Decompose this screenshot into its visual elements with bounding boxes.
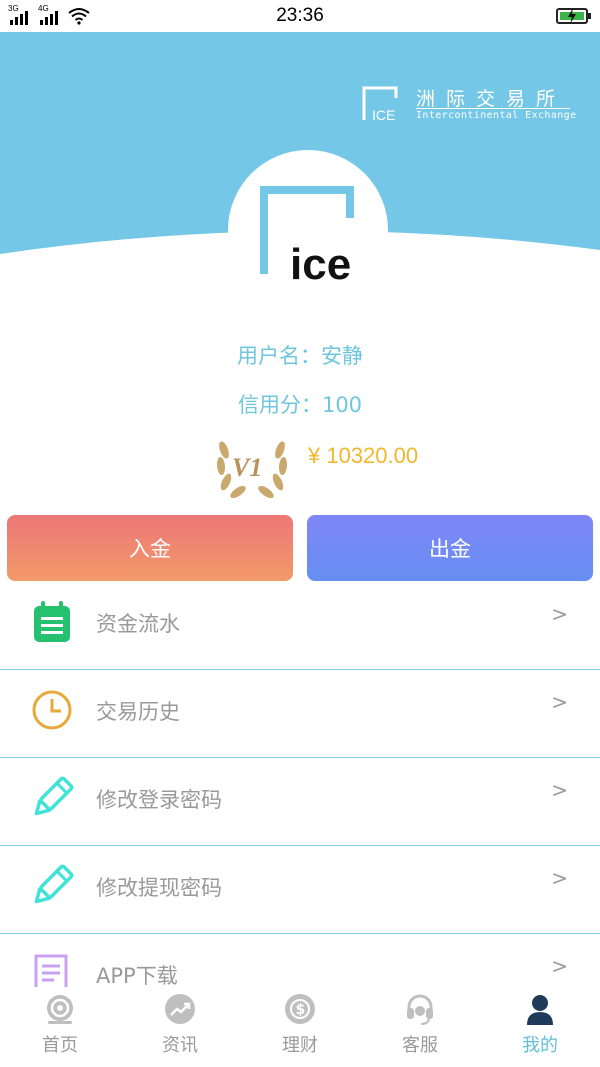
home-icon bbox=[47, 995, 73, 1024]
menu-item-fund-flow[interactable]: 资金流水 > bbox=[0, 582, 600, 670]
menu-label: APP下载 bbox=[96, 964, 178, 988]
menu-item-change-withdraw-password[interactable]: 修改提现密码 > bbox=[0, 846, 600, 934]
menu-label: 资金流水 bbox=[96, 612, 180, 636]
menu-label: 修改提现密码 bbox=[96, 876, 222, 900]
svg-text:$: $ bbox=[296, 1002, 306, 1018]
tab-mine[interactable]: 我的 bbox=[480, 987, 600, 1067]
chevron-right-icon: > bbox=[551, 602, 568, 626]
menu-label: 修改登录密码 bbox=[96, 788, 222, 812]
menu-item-change-login-password[interactable]: 修改登录密码 > bbox=[0, 758, 600, 846]
trend-icon bbox=[165, 994, 195, 1024]
bottom-tab-bar: 首页 资讯 $ 理财 客服 我的 bbox=[0, 987, 600, 1067]
brand-divider bbox=[416, 108, 570, 109]
chevron-right-icon: > bbox=[551, 954, 568, 978]
user-icon bbox=[527, 995, 553, 1025]
battery-icon bbox=[556, 8, 591, 24]
chevron-right-icon: > bbox=[551, 866, 568, 890]
ice-brand-mark-icon: ICE bbox=[362, 86, 398, 122]
tab-label: 首页 bbox=[42, 1035, 78, 1056]
ice-brand: ICE 洲际交易所 Intercontinental Exchange bbox=[362, 84, 582, 124]
tab-finance[interactable]: $ 理财 bbox=[240, 987, 360, 1067]
balance-amount: ¥ 10320.00 bbox=[308, 443, 419, 468]
clock-icon bbox=[32, 690, 72, 730]
ice-logo-icon: ice bbox=[260, 186, 354, 286]
svg-text:V1: V1 bbox=[232, 453, 262, 482]
status-bar: 3G 4G 23:36 bbox=[0, 0, 600, 32]
chevron-right-icon: > bbox=[551, 778, 568, 802]
notepad-icon bbox=[34, 601, 70, 642]
username-text: 用户名：安静 bbox=[237, 344, 363, 368]
tab-label: 客服 bbox=[402, 1035, 438, 1056]
credit-score-text: 信用分：100 bbox=[237, 393, 363, 417]
brand-name-cn: 洲际交易所 bbox=[416, 88, 567, 110]
headset-icon bbox=[407, 994, 433, 1025]
tab-label: 资讯 bbox=[162, 1035, 198, 1056]
pencil-icon bbox=[34, 776, 74, 816]
menu-label: 交易历史 bbox=[96, 700, 180, 724]
withdraw-button[interactable]: 出金 bbox=[307, 515, 593, 581]
tab-label: 理财 bbox=[282, 1035, 318, 1056]
chevron-right-icon: > bbox=[551, 690, 568, 714]
tab-label: 我的 bbox=[522, 1035, 558, 1056]
money-icon: $ bbox=[285, 994, 315, 1024]
tab-home[interactable]: 首页 bbox=[0, 987, 120, 1067]
svg-text:ice: ice bbox=[290, 240, 351, 286]
status-time: 23:36 bbox=[276, 5, 324, 26]
pencil-icon bbox=[34, 864, 74, 904]
menu-item-trade-history[interactable]: 交易历史 > bbox=[0, 670, 600, 758]
svg-text:ICE: ICE bbox=[372, 107, 395, 122]
tab-support[interactable]: 客服 bbox=[360, 987, 480, 1067]
deposit-button[interactable]: 入金 bbox=[7, 515, 293, 581]
vip-badge-icon: V1 bbox=[216, 441, 288, 499]
brand-name-en: Intercontinental Exchange bbox=[416, 110, 577, 121]
tab-news[interactable]: 资讯 bbox=[120, 987, 240, 1067]
